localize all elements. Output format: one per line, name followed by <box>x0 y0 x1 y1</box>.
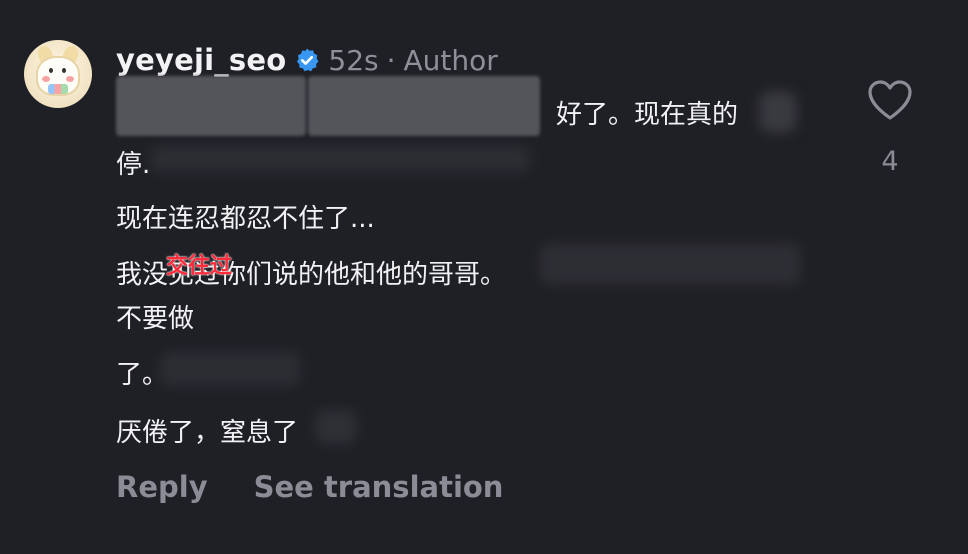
heart-icon[interactable] <box>866 78 914 122</box>
avatar[interactable] <box>24 40 92 108</box>
timestamp: 52s <box>328 43 379 77</box>
smudge <box>540 244 800 284</box>
comment-line-3: 现在连忍都忍不住了... <box>116 204 375 234</box>
redacted-block-2 <box>308 76 540 136</box>
comment-line-5: 不要做 <box>116 304 195 334</box>
smudge <box>160 352 300 386</box>
comment-line-2: 停. <box>116 150 151 180</box>
meta-separator: · <box>386 43 396 77</box>
comment-header: yeyeji_seo 52s · Author <box>116 40 498 80</box>
username-link[interactable]: yeyeji_seo <box>116 43 286 77</box>
verified-badge-icon <box>294 47 320 73</box>
redacted-block-1 <box>116 76 306 136</box>
author-label: Author <box>403 43 498 77</box>
comment-actions: Reply See translation <box>116 470 503 504</box>
smudge <box>316 410 356 444</box>
comment-line-7: 厌倦了，窒息了 <box>116 418 299 448</box>
see-translation-button[interactable]: See translation <box>254 470 504 504</box>
reply-button[interactable]: Reply <box>116 470 208 504</box>
smudge <box>760 92 796 132</box>
comment-item: yeyeji_seo 52s · Author 好了。现在真的 停. 现在连忍都… <box>0 0 968 554</box>
overlay-annotation: 交往过 <box>166 254 233 279</box>
smudge <box>150 146 530 172</box>
comment-line-6: 了。 <box>116 360 169 390</box>
like-count: 4 <box>881 146 899 177</box>
comment-line-1: 好了。现在真的 <box>556 100 739 130</box>
